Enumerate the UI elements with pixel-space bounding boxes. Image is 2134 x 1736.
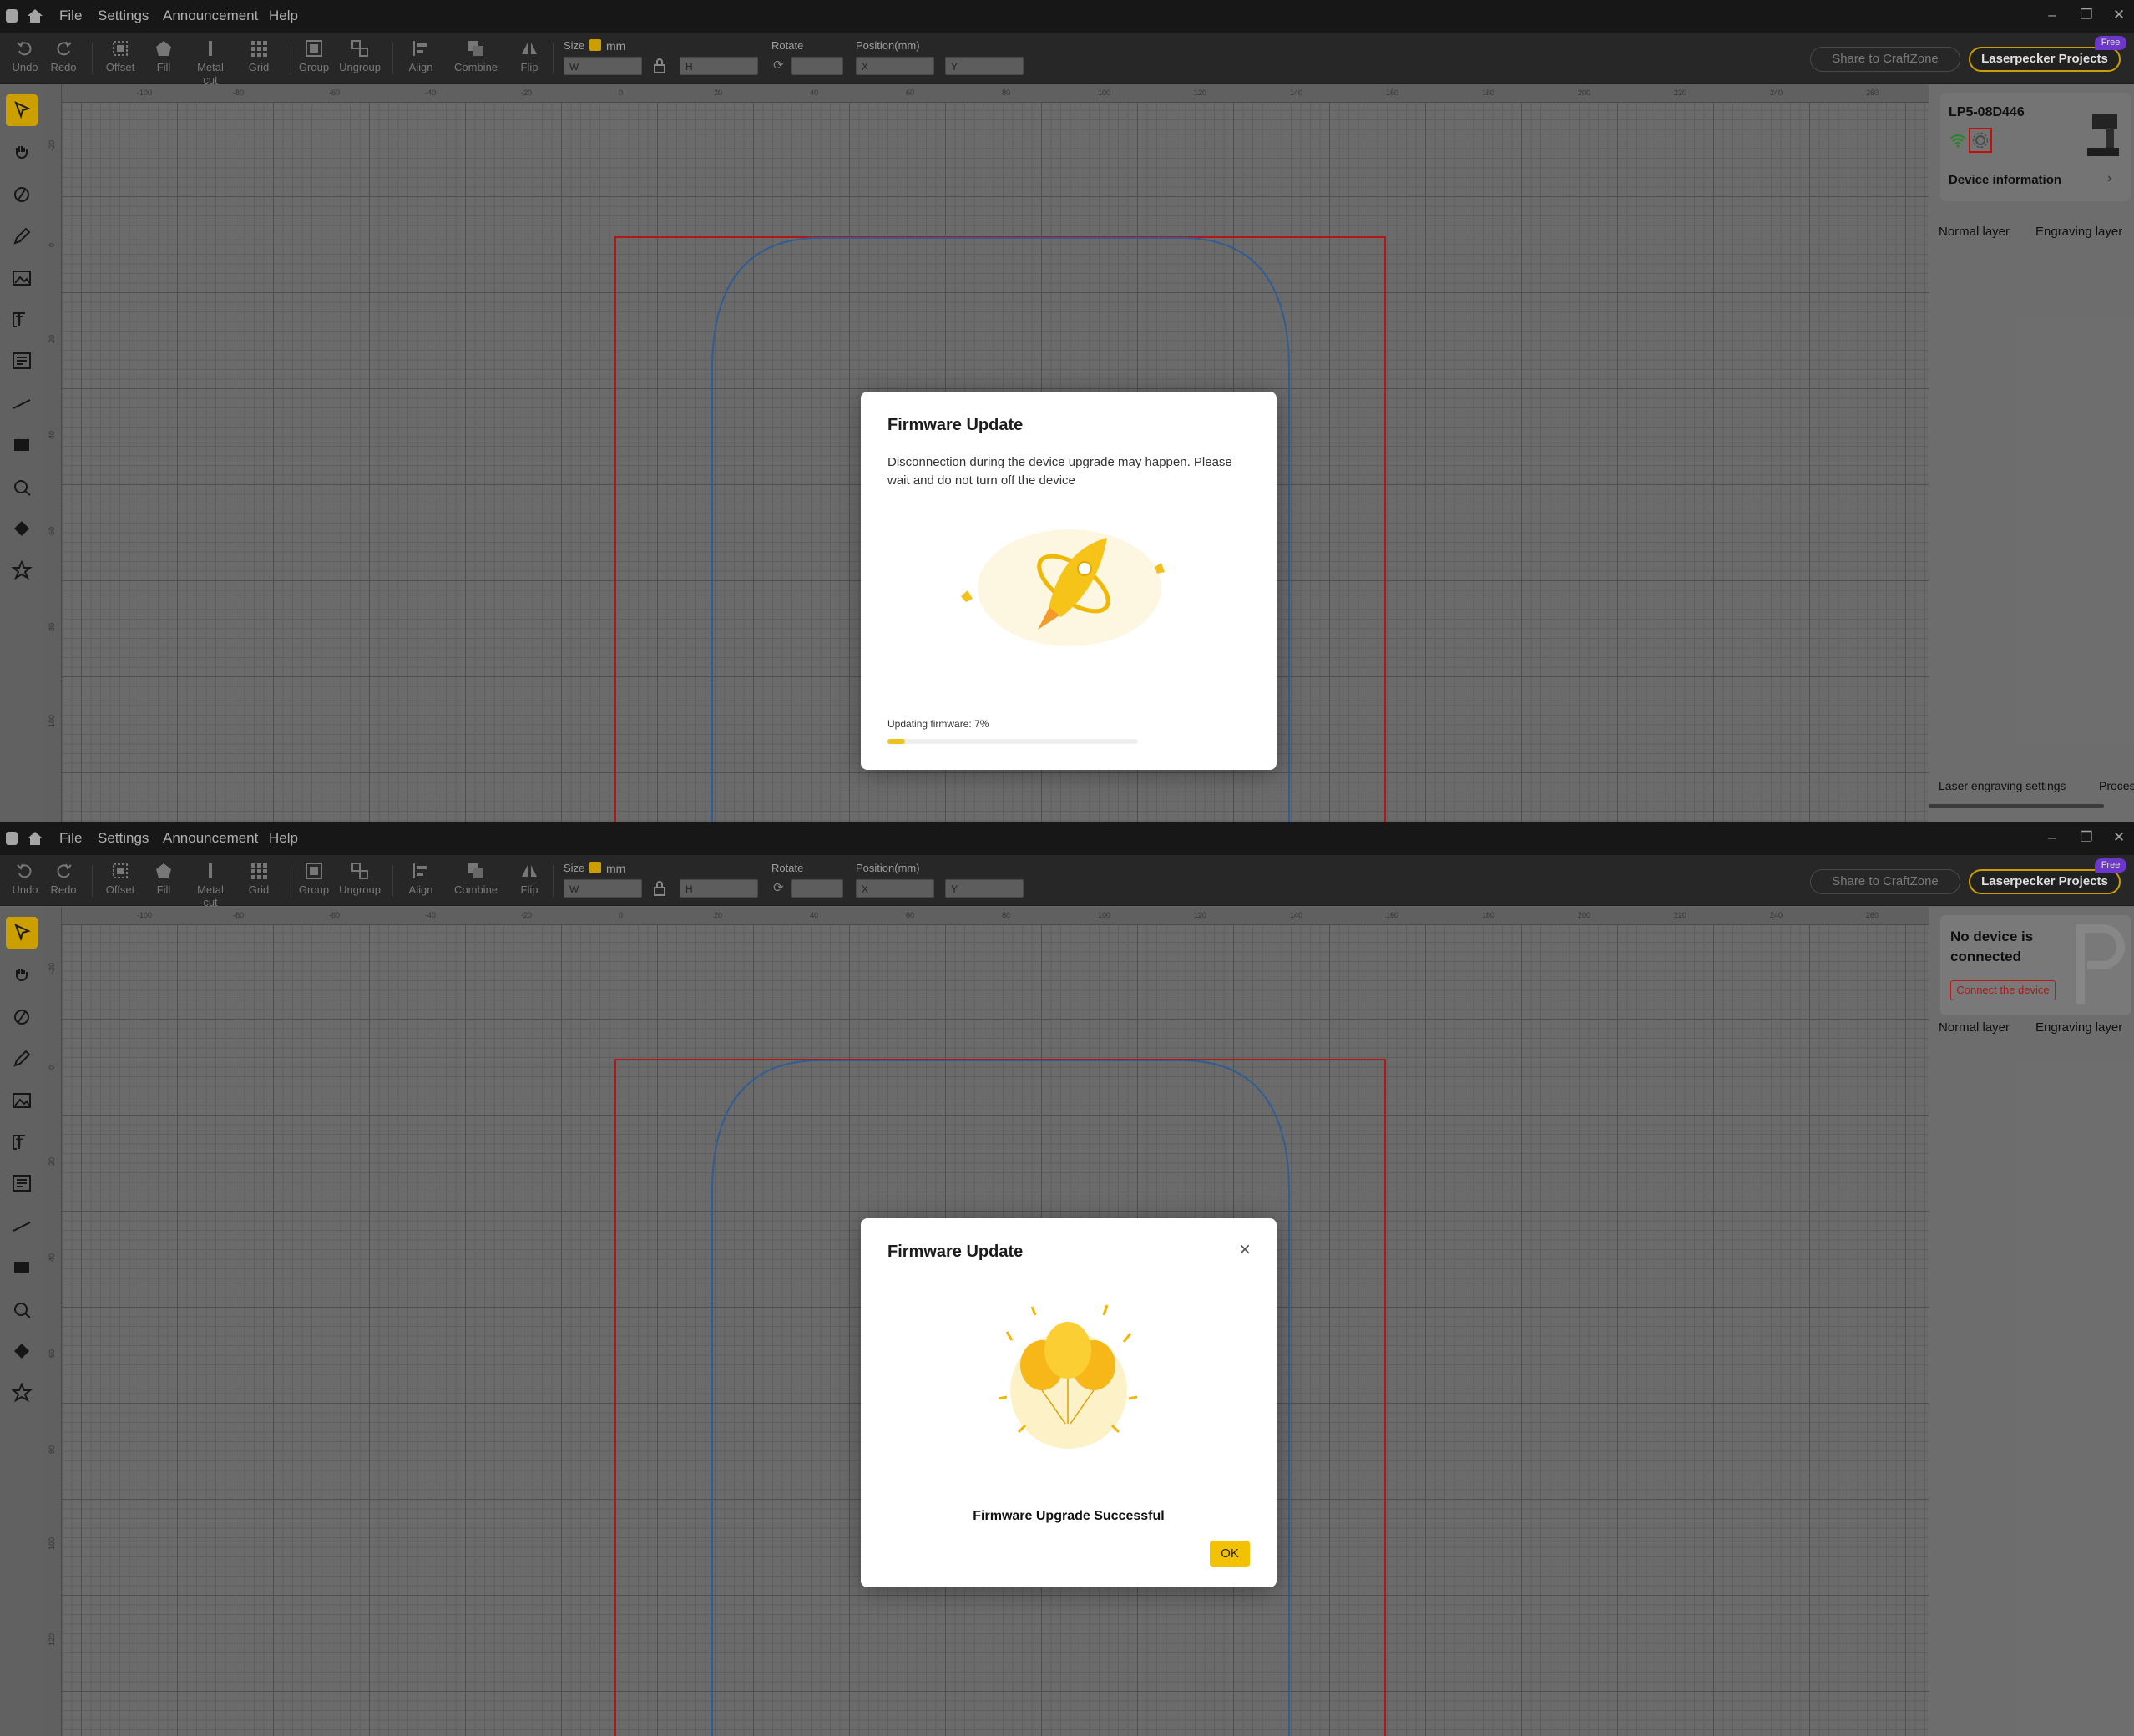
- app-window-bottom: File Settings Announcement Help – ❐ ✕ Un…: [0, 822, 2134, 1736]
- firmware-progress-bar: [887, 739, 1138, 744]
- dialog-message: Disconnection during the device upgrade …: [887, 455, 1232, 488]
- progress-label: Updating firmware: 7%: [887, 718, 989, 730]
- ok-button[interactable]: OK: [1210, 1541, 1250, 1567]
- close-icon[interactable]: ×: [1233, 1238, 1257, 1262]
- balloons-illustration-icon: [998, 1304, 1138, 1449]
- firmware-update-dialog: Firmware Update Disconnection during the…: [861, 392, 1277, 770]
- app-window-top: File Settings Announcement Help – ❐ ✕ Un…: [0, 0, 2134, 822]
- firmware-update-success-dialog: Firmware Update × Firmware Upgrade Succe…: [861, 1218, 1277, 1587]
- rocket-illustration-icon: [961, 529, 1165, 646]
- progress-fill: [887, 739, 905, 744]
- success-message: Firmware Upgrade Successful: [973, 1509, 1165, 1523]
- dialog-title: Firmware Update: [887, 416, 1024, 434]
- dialog-title: Firmware Update: [887, 1243, 1024, 1261]
